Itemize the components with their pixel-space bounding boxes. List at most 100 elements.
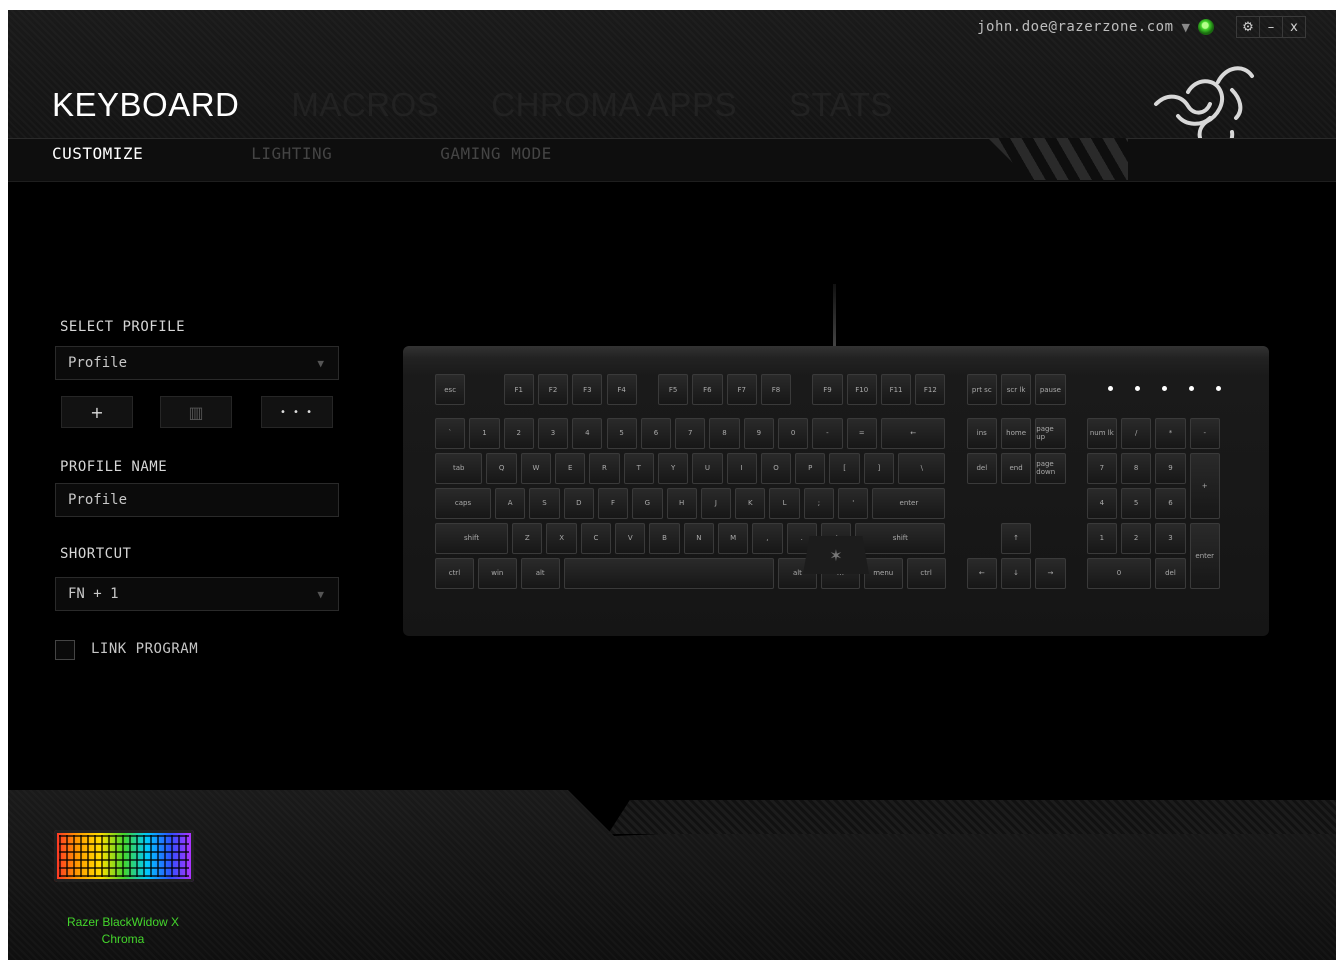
keyboard-key[interactable]: ` <box>435 417 466 449</box>
shortcut-select[interactable]: FN + 1 ▼ <box>55 577 339 611</box>
keyboard-key[interactable]: F2 <box>537 374 569 405</box>
keyboard-key[interactable]: shift <box>855 522 946 554</box>
keyboard-key[interactable]: K <box>735 487 766 519</box>
keyboard-key[interactable]: ctrl <box>906 557 946 589</box>
keyboard-key[interactable]: shift <box>435 522 509 554</box>
keyboard-key[interactable]: enter <box>872 487 946 519</box>
tab-stats[interactable]: STATS <box>789 86 893 124</box>
keyboard-key[interactable]: ← <box>966 557 997 589</box>
tab-chroma-apps[interactable]: CHROMA APPS <box>491 86 737 124</box>
keyboard-key[interactable]: 2 <box>503 417 534 449</box>
account-dropdown-icon[interactable]: ▼ <box>1182 21 1190 34</box>
minimize-button[interactable]: – <box>1259 17 1282 37</box>
keyboard-key[interactable]: L <box>769 487 800 519</box>
tab-keyboard[interactable]: KEYBOARD <box>52 86 239 124</box>
keyboard-key[interactable]: ← <box>880 417 946 449</box>
keyboard-key[interactable]: prt sc <box>966 374 997 405</box>
keyboard-key[interactable]: - <box>1189 417 1220 449</box>
keyboard-key[interactable]: 6 <box>1155 487 1186 519</box>
keyboard-key[interactable]: 6 <box>640 417 672 449</box>
keyboard-key[interactable]: N <box>683 522 714 554</box>
add-profile-button[interactable]: + <box>61 396 133 428</box>
keyboard-key[interactable]: F <box>597 487 629 519</box>
keyboard-key[interactable]: 0 <box>778 417 809 449</box>
keyboard-key[interactable]: S <box>529 487 560 519</box>
tab-macros[interactable]: MACROS <box>291 86 439 124</box>
keyboard-key[interactable]: ↑ <box>1000 522 1032 554</box>
subtab-customize[interactable]: CUSTOMIZE <box>52 144 143 163</box>
keyboard-key[interactable]: * <box>1155 417 1186 449</box>
keyboard-key[interactable]: G <box>632 487 663 519</box>
keyboard-key[interactable]: caps <box>435 487 492 519</box>
keyboard-key[interactable]: 7 <box>675 417 706 449</box>
keyboard-key[interactable]: V <box>615 522 646 554</box>
keyboard-key[interactable]: F7 <box>726 374 757 405</box>
subtab-gaming-mode[interactable]: GAMING MODE <box>440 144 551 163</box>
keyboard-key[interactable]: Q <box>486 452 517 484</box>
keyboard-key[interactable]: / <box>1121 417 1152 449</box>
account-email[interactable]: john.doe@razerzone.com <box>977 19 1173 35</box>
keyboard-key[interactable]: M <box>717 522 749 554</box>
delete-profile-button[interactable]: ▥ <box>160 396 232 428</box>
keyboard-key[interactable]: F1 <box>503 374 534 405</box>
keyboard-key[interactable]: 3 <box>1155 522 1186 554</box>
keyboard-key[interactable]: ins <box>966 417 997 449</box>
keyboard-key[interactable]: I <box>726 452 757 484</box>
keyboard-key[interactable]: 9 <box>1155 452 1186 484</box>
keyboard-key[interactable]: A <box>495 487 526 519</box>
keyboard-key[interactable]: → <box>1035 557 1066 589</box>
close-button[interactable]: x <box>1282 17 1305 37</box>
keyboard-key[interactable]: [ <box>829 452 860 484</box>
keyboard-key[interactable]: F5 <box>657 374 689 405</box>
keyboard-key[interactable]: ] <box>863 452 895 484</box>
settings-gear-icon[interactable]: ⚙ <box>1237 17 1259 37</box>
subtab-lighting[interactable]: LIGHTING <box>251 144 332 163</box>
keyboard-key[interactable]: F10 <box>846 374 877 405</box>
keyboard-key[interactable]: 0 <box>1086 557 1152 589</box>
keyboard-key[interactable]: 5 <box>606 417 637 449</box>
keyboard-key[interactable]: P <box>795 452 826 484</box>
keyboard-key[interactable]: + <box>1189 452 1220 519</box>
keyboard-key[interactable]: H <box>666 487 697 519</box>
keyboard-key[interactable]: enter <box>1189 522 1220 589</box>
keyboard-key[interactable]: 1 <box>1086 522 1117 554</box>
keyboard-key[interactable]: E <box>555 452 586 484</box>
keyboard-key[interactable]: F8 <box>760 374 792 405</box>
keyboard-key[interactable]: C <box>580 522 612 554</box>
keyboard-key[interactable]: T <box>623 452 654 484</box>
keyboard-key[interactable]: , <box>752 522 783 554</box>
keyboard-key[interactable]: \ <box>898 452 946 484</box>
keyboard-key[interactable]: 5 <box>1121 487 1152 519</box>
device-thumbnail[interactable] <box>54 830 194 882</box>
device-name[interactable]: Razer BlackWidow X Chroma <box>48 914 198 948</box>
keyboard-key[interactable]: B <box>649 522 680 554</box>
keyboard-key[interactable]: 8 <box>709 417 740 449</box>
keyboard-key[interactable]: = <box>846 417 877 449</box>
keyboard-key[interactable]: 8 <box>1121 452 1152 484</box>
keyboard-key[interactable]: F6 <box>692 374 723 405</box>
keyboard-key[interactable]: 2 <box>1121 522 1152 554</box>
keyboard-key[interactable]: 3 <box>537 417 569 449</box>
keyboard-key[interactable]: U <box>692 452 723 484</box>
keyboard-key[interactable]: F4 <box>606 374 637 405</box>
keyboard-key[interactable]: Z <box>512 522 543 554</box>
keyboard-key[interactable]: esc <box>435 374 466 405</box>
keyboard-key[interactable]: D <box>563 487 594 519</box>
keyboard-key[interactable]: pause <box>1035 374 1066 405</box>
keyboard-key[interactable]: ↓ <box>1000 557 1032 589</box>
keyboard-key[interactable]: 4 <box>1086 487 1117 519</box>
keyboard-key[interactable]: alt <box>520 557 560 589</box>
keyboard-key[interactable]: scr lk <box>1000 374 1032 405</box>
keyboard-key[interactable]: tab <box>435 452 483 484</box>
keyboard-key[interactable]: page up <box>1035 417 1066 449</box>
keyboard-key[interactable]: num lk <box>1086 417 1117 449</box>
keyboard-key[interactable]: del <box>966 452 997 484</box>
keyboard-key[interactable]: ' <box>838 487 869 519</box>
keyboard-key[interactable]: page down <box>1035 452 1066 484</box>
keyboard-key[interactable]: menu <box>863 557 903 589</box>
keyboard-key[interactable]: 4 <box>572 417 603 449</box>
keyboard-key[interactable]: - <box>812 417 843 449</box>
keyboard-key[interactable]: F3 <box>572 374 603 405</box>
keyboard-key[interactable]: ctrl <box>435 557 474 589</box>
keyboard-key[interactable]: 1 <box>469 417 500 449</box>
